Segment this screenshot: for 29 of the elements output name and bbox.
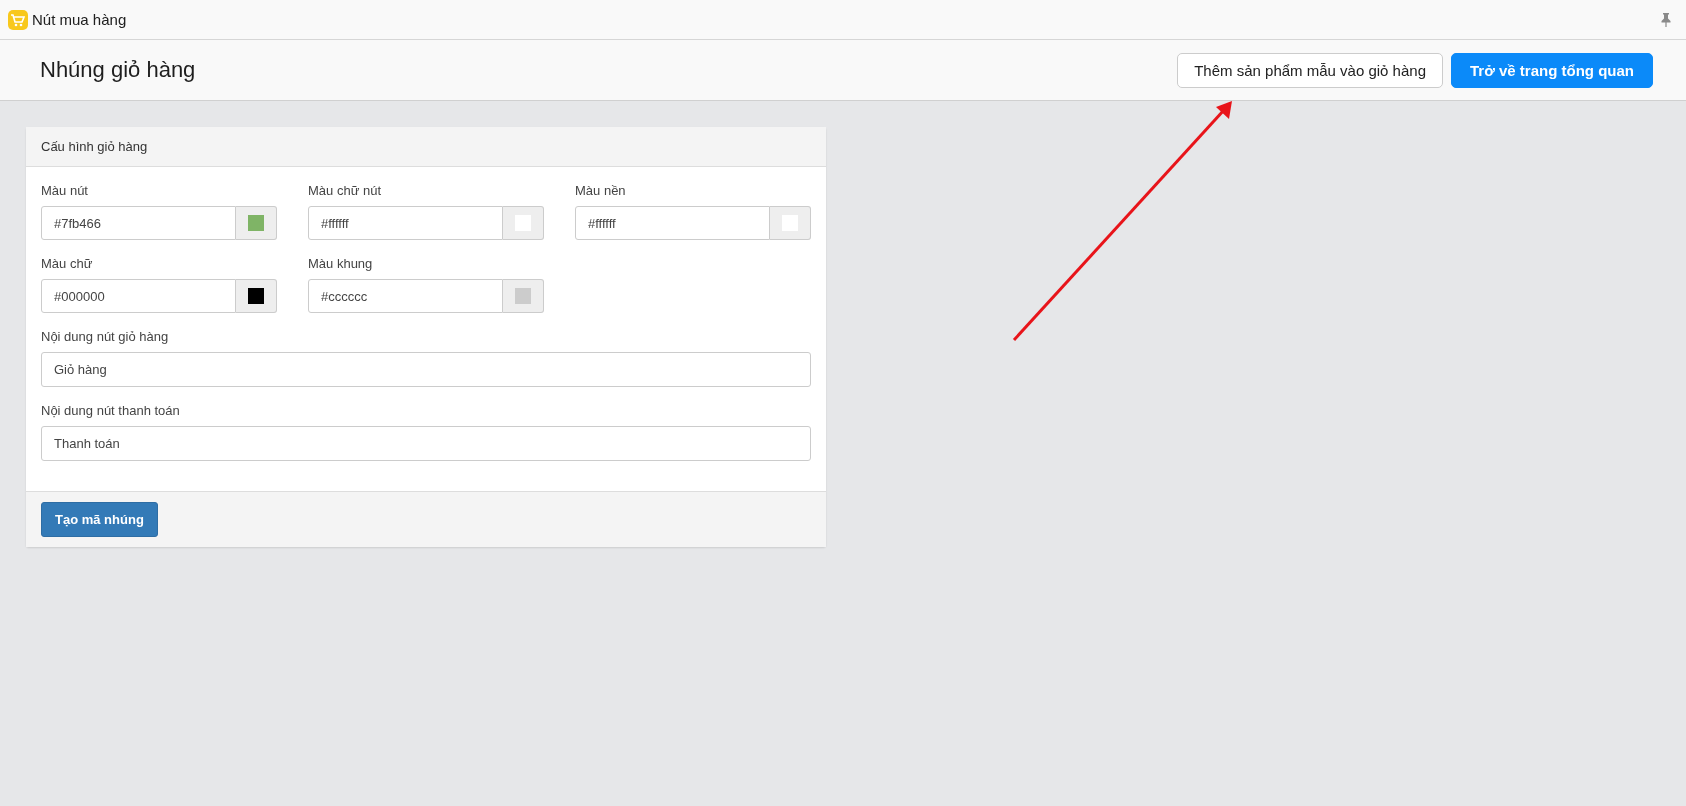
cart-icon [8,9,28,30]
color-picker-button[interactable] [236,279,277,313]
add-sample-button[interactable]: Thêm sản phẩm mẫu vào giỏ hàng [1177,52,1443,88]
color-swatch[interactable] [515,288,531,304]
color-picker-button[interactable] [236,206,277,240]
color-field[interactable]: #000000 [41,279,236,313]
color-swatch[interactable] [248,288,264,304]
window-title: Nút mua hàng [32,11,127,28]
pin-icon[interactable] [1660,12,1672,27]
field-label: Nội dung nút giỏ hàng [41,329,170,344]
field-label: Màu nền [575,183,627,198]
color-swatch[interactable] [248,215,264,231]
generate-code-button[interactable]: Tạo mã nhúng [41,502,158,537]
color-picker-button[interactable] [503,279,544,313]
color-field[interactable]: #ffffff [308,206,503,240]
field-label: Nội dung nút thanh toán [41,403,181,418]
field-label: Màu chữ [41,256,94,271]
field-label: Màu chữ nút [308,183,383,198]
color-field[interactable]: #7fb466 [41,206,236,240]
text-field[interactable]: Giỏ hàng [41,352,811,387]
color-field[interactable]: #ffffff [575,206,770,240]
field-label: Màu khung [308,256,374,271]
field-label: Màu nút [41,183,89,198]
color-picker-button[interactable] [503,206,544,240]
page-title: Nhúng giỏ hàng [40,57,196,83]
color-picker-button[interactable] [770,206,811,240]
panel-title: Cấu hình giỏ hàng [41,139,148,154]
text-field[interactable]: Thanh toán [41,426,811,461]
color-field[interactable]: #cccccc [308,279,503,313]
